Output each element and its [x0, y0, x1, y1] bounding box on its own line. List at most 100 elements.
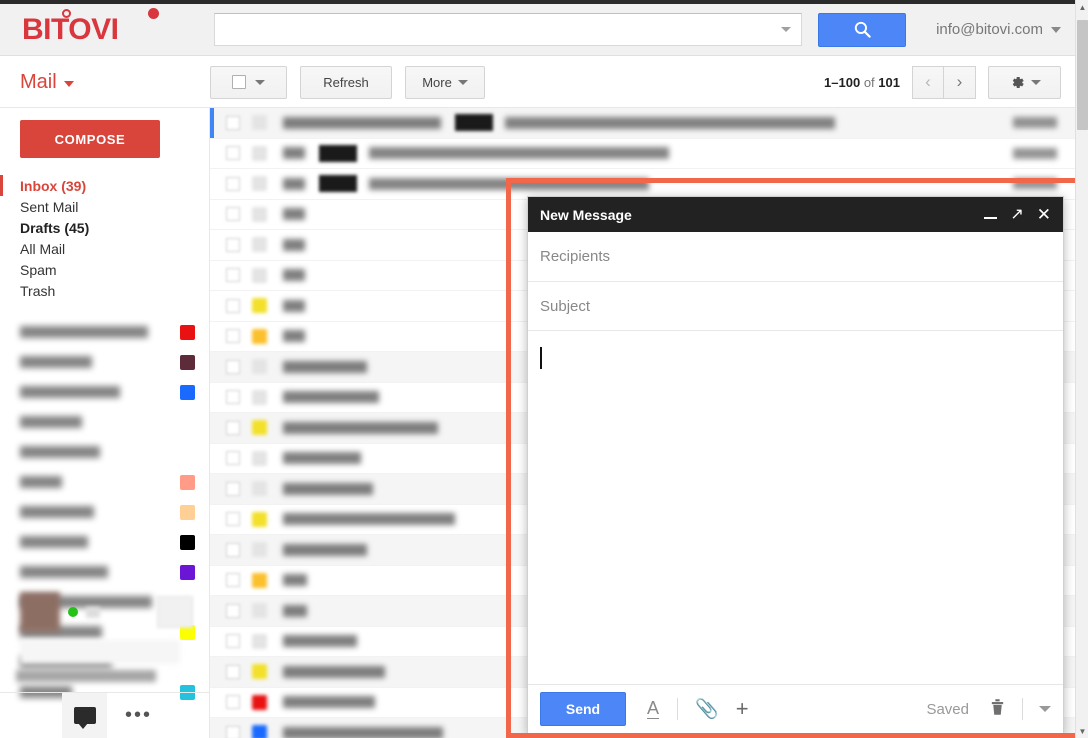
star-icon[interactable] [252, 359, 267, 375]
select-all-checkbox[interactable] [232, 75, 246, 89]
pencil-icon[interactable] [157, 596, 193, 628]
row-checkbox[interactable] [226, 634, 240, 649]
browser-scrollbar[interactable]: ▲ ▼ [1075, 0, 1088, 738]
mail-dropdown[interactable]: Mail [20, 71, 210, 94]
row-checkbox[interactable] [226, 603, 240, 618]
sidebar-label-item[interactable] [0, 377, 209, 407]
table-row[interactable] [210, 139, 1075, 169]
star-icon[interactable] [252, 542, 267, 558]
compose-header[interactable]: New Message ↗ ✕ [528, 197, 1063, 232]
table-row[interactable] [210, 169, 1075, 200]
star-icon[interactable] [252, 206, 267, 222]
sidebar-label-item[interactable] [0, 437, 209, 467]
sidebar-item-sent-mail[interactable]: Sent Mail [0, 196, 209, 217]
row-checkbox[interactable] [226, 268, 240, 283]
row-checkbox[interactable] [226, 725, 240, 738]
star-icon[interactable] [252, 237, 267, 253]
chat-user-row[interactable] [0, 582, 209, 638]
row-checkbox[interactable] [226, 359, 240, 374]
plus-icon[interactable]: + [736, 698, 749, 720]
more-options-icon[interactable]: ••• [125, 704, 152, 727]
sidebar-item-all-mail[interactable]: All Mail [0, 238, 209, 259]
row-checkbox[interactable] [226, 451, 240, 466]
row-checkbox[interactable] [226, 237, 240, 252]
star-icon[interactable] [252, 298, 267, 314]
expand-button[interactable]: ↗ [1010, 206, 1023, 223]
sidebar-label-item[interactable] [0, 347, 209, 377]
star-icon[interactable] [252, 450, 267, 466]
chat-bubble-button[interactable] [62, 693, 107, 738]
row-checkbox[interactable] [226, 146, 240, 161]
sidebar-item-spam[interactable]: Spam [0, 259, 209, 280]
star-icon[interactable] [252, 267, 267, 283]
search-options-caret-icon[interactable] [781, 27, 791, 32]
star-icon[interactable] [252, 664, 267, 680]
star-icon[interactable] [252, 420, 267, 436]
compose-button[interactable]: COMPOSE [20, 120, 160, 158]
discard-button[interactable] [989, 697, 1006, 722]
paperclip-icon[interactable]: 📎 [695, 697, 719, 721]
sidebar-label-item[interactable] [0, 467, 209, 497]
row-checkbox[interactable] [226, 298, 240, 313]
select-all-button[interactable] [210, 65, 287, 99]
scrollbar-thumb[interactable] [1077, 20, 1088, 130]
row-checkbox[interactable] [226, 481, 240, 496]
previous-page-button[interactable]: ‹ [912, 65, 944, 99]
sidebar-label-item[interactable] [0, 317, 209, 347]
minimize-button[interactable] [984, 210, 998, 219]
sidebar-label-item[interactable] [0, 497, 209, 527]
star-icon[interactable] [252, 115, 267, 131]
star-icon[interactable] [252, 389, 267, 405]
sidebar-item-drafts[interactable]: Drafts (45) [0, 217, 209, 238]
star-icon[interactable] [252, 603, 267, 619]
search-button[interactable] [818, 12, 906, 47]
star-icon[interactable] [252, 572, 267, 588]
row-checkbox[interactable] [226, 420, 240, 435]
account-menu[interactable]: info@bitovi.com [936, 21, 1061, 38]
more-button[interactable]: More [405, 65, 485, 99]
row-checkbox[interactable] [226, 115, 240, 130]
recipients-field[interactable] [528, 232, 1063, 282]
row-checkbox[interactable] [226, 207, 240, 222]
star-icon[interactable] [252, 328, 267, 344]
star-icon[interactable] [252, 725, 267, 738]
row-checkbox[interactable] [226, 329, 240, 344]
row-checkbox[interactable] [226, 176, 240, 191]
close-button[interactable]: ✕ [1037, 206, 1051, 223]
row-checkbox[interactable] [226, 390, 240, 405]
scroll-up-arrow-icon[interactable]: ▲ [1076, 0, 1088, 14]
row-checkbox[interactable] [226, 695, 240, 710]
chat-search-input[interactable] [20, 640, 180, 664]
row-checkbox[interactable] [226, 512, 240, 527]
row-checkbox[interactable] [226, 542, 240, 557]
sidebar-item-inbox[interactable]: Inbox (39) [0, 175, 209, 196]
star-icon[interactable] [252, 481, 267, 497]
message-body[interactable] [528, 331, 1063, 684]
star-icon[interactable] [252, 633, 267, 649]
star-icon[interactable] [252, 145, 267, 161]
sidebar-label-item[interactable] [0, 527, 209, 557]
chevron-down-icon[interactable] [1039, 706, 1051, 712]
chat-status-text [16, 670, 156, 682]
table-row[interactable] [210, 108, 1075, 139]
search-input[interactable] [221, 15, 769, 44]
refresh-button[interactable]: Refresh [300, 65, 392, 99]
send-button[interactable]: Send [540, 692, 626, 726]
star-icon[interactable] [252, 511, 267, 527]
subject-field[interactable] [528, 282, 1063, 331]
search-box[interactable] [214, 13, 802, 46]
scroll-down-arrow-icon[interactable]: ▼ [1076, 724, 1088, 738]
subject-input[interactable] [540, 282, 1051, 330]
star-icon[interactable] [252, 176, 267, 192]
next-page-button[interactable]: › [944, 65, 976, 99]
recipients-input[interactable] [540, 232, 1051, 281]
chevron-down-icon [457, 79, 468, 85]
sidebar-label-item[interactable] [0, 407, 209, 437]
row-checkbox[interactable] [226, 664, 240, 679]
row-checkbox[interactable] [226, 573, 240, 588]
bitovi-logo[interactable]: BITOVI [22, 7, 187, 45]
settings-button[interactable] [988, 65, 1061, 99]
star-icon[interactable] [252, 694, 267, 710]
sidebar-item-trash[interactable]: Trash [0, 280, 209, 301]
format-text-icon[interactable]: A [647, 699, 660, 719]
